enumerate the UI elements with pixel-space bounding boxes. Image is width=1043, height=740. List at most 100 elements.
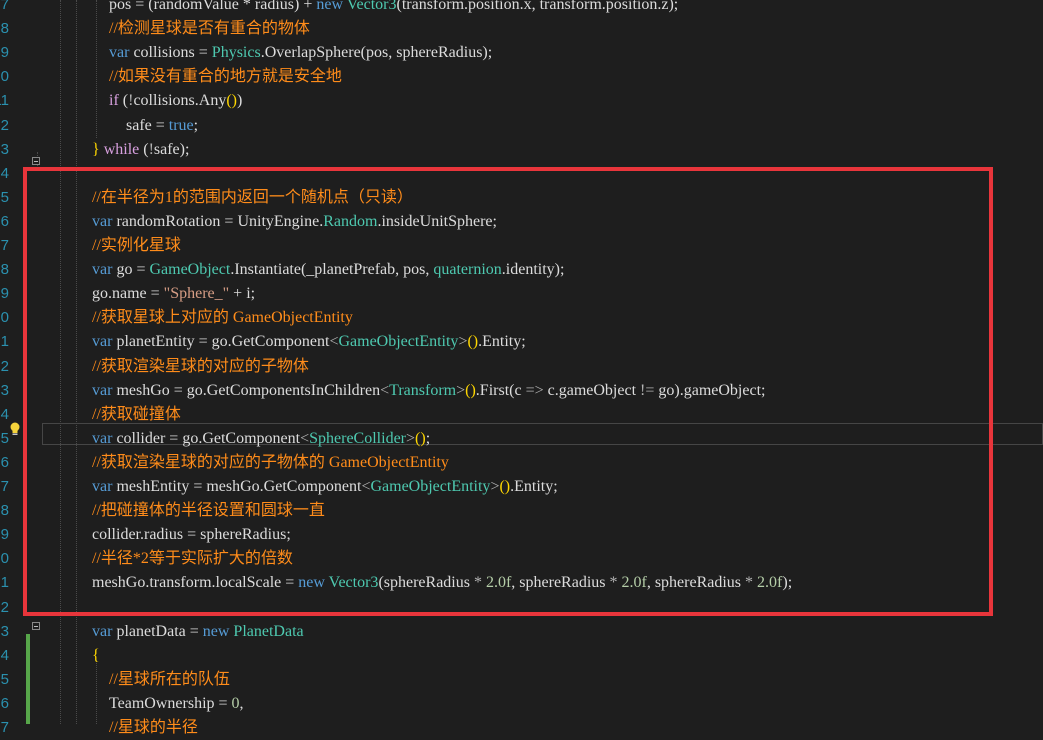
line-number: 32	[0, 598, 9, 616]
code-line[interactable]: 32	[0, 596, 1043, 620]
code-token: go).gameObject;	[654, 381, 766, 399]
code-line[interactable]: 12 safe = true;	[0, 114, 1043, 138]
line-number: 30	[0, 550, 9, 568]
code-line[interactable]: 30 //半径*2等于实际扩大的倍数	[0, 547, 1043, 571]
code-token: , sphereRadius	[646, 574, 746, 592]
code-text: //星球的半径	[109, 716, 198, 740]
code-line[interactable]: 20 //获取星球上对应的 GameObjectEntity	[0, 306, 1043, 330]
code-token: //获取碰撞体	[92, 405, 181, 423]
code-line[interactable]: 33 var planetData = new PlanetData	[0, 620, 1043, 644]
code-token: ()	[226, 92, 237, 110]
code-text: //检测星球是否有重合的物体	[109, 17, 310, 41]
code-line[interactable]: 17 //实例化星球	[0, 234, 1043, 258]
code-text: safe = true;	[126, 114, 198, 138]
code-token: .First(c	[475, 381, 526, 399]
code-editor[interactable]: 7 pos = (randomValue * radius) + new Vect…	[0, 0, 1043, 736]
code-token: collisions =	[129, 44, 212, 62]
code-token: pos = (randomValue * radius) +	[109, 0, 317, 13]
code-token: ;	[193, 116, 199, 134]
code-text: var planetEntity = go.GetComponent<GameO…	[92, 330, 526, 354]
code-text: {	[92, 644, 100, 668]
code-token: (	[139, 140, 149, 158]
collapse-toggle-icon[interactable]	[32, 157, 40, 165]
code-token: ()	[415, 429, 426, 447]
code-line[interactable]: 10 //如果没有重合的地方就是安全地	[0, 65, 1043, 89]
code-token: )	[236, 92, 243, 110]
code-line[interactable]: 9 var collisions = Physics.OverlapSphere(…	[0, 41, 1043, 65]
line-number: 22	[0, 357, 9, 375]
code-line[interactable]: 37 //星球的半径	[0, 716, 1043, 740]
line-number: 23	[0, 381, 9, 399]
code-token: meshEntity = meshGo.GetComponent	[112, 478, 362, 495]
code-text: //如果没有重合的地方就是安全地	[109, 65, 342, 89]
code-token: var	[92, 381, 113, 399]
line-number: 16	[0, 212, 9, 230]
code-token: var	[92, 478, 113, 495]
code-line[interactable]: 8 //检测星球是否有重合的物体	[0, 17, 1043, 41]
code-text: if (!collisions.Any())	[109, 89, 242, 113]
code-token: }	[92, 140, 100, 158]
code-line[interactable]: 31 meshGo.transform.localScale = new Vect…	[0, 571, 1043, 595]
code-line[interactable]: 35 //星球所在的队伍	[0, 668, 1043, 692]
line-number: 18	[0, 261, 9, 279]
code-token: var	[92, 261, 113, 279]
code-line[interactable]: 14	[0, 162, 1043, 186]
code-line[interactable]: 34 {	[0, 644, 1043, 668]
collapse-toggle-icon[interactable]	[32, 622, 40, 630]
code-text: collider.radius = sphereRadius;	[92, 523, 291, 547]
line-number: 17	[0, 237, 9, 254]
code-line[interactable]: 11 if (!collisions.Any())	[0, 89, 1043, 113]
code-line[interactable]: 15 //在半径为1的范围内返回一个随机点（只读）	[0, 186, 1043, 210]
code-token: //半径*2等于实际扩大的倍数	[92, 550, 293, 568]
code-token: (transform.position.x, transform.positio…	[396, 0, 679, 13]
line-number: 34	[0, 646, 9, 664]
code-text: TeamOwnership = 0,	[109, 692, 244, 716]
code-line[interactable]: 19 go.name = "Sphere_" + i;	[0, 282, 1043, 306]
line-number: 36	[0, 694, 9, 712]
code-token: c.gameObject	[543, 381, 641, 399]
line-number: 13	[0, 140, 9, 158]
code-token: //把碰撞体的半径设置和圆球一直	[92, 502, 325, 520]
code-token: quaternion	[433, 261, 502, 279]
code-token: //获取渲染星球的对应的子物体的 GameObjectEntity	[92, 453, 449, 471]
line-number: 24	[0, 405, 9, 423]
code-token: , sphereRadius	[511, 574, 610, 592]
code-line[interactable]: 25 var collider = go.GetComponent<SphereC…	[0, 427, 1043, 451]
code-line[interactable]: 27 var meshEntity = meshGo.GetComponent<G…	[0, 475, 1043, 499]
code-token: >	[406, 429, 416, 447]
code-token: go.name =	[92, 285, 164, 303]
code-token: var	[92, 333, 113, 351]
code-line[interactable]: 13 } while (!safe);	[0, 138, 1043, 162]
code-token: meshGo = go.GetComponentsInChildren	[112, 381, 381, 399]
code-token: Physics	[211, 44, 261, 62]
code-token: collider.radius = sphereRadius;	[92, 526, 291, 544]
code-token: *	[609, 574, 618, 592]
line-number: 9	[0, 44, 9, 62]
code-token: Random	[323, 212, 378, 230]
code-line[interactable]: 28 //把碰撞体的半径设置和圆球一直	[0, 499, 1043, 523]
code-token: collisions.Any	[133, 92, 227, 110]
line-number: 28	[0, 502, 9, 520]
code-line[interactable]: 24 //获取碰撞体	[0, 403, 1043, 427]
line-number: 21	[0, 333, 9, 351]
code-line[interactable]: 22 //获取渲染星球的对应的子物体	[0, 355, 1043, 379]
code-line[interactable]: 21 var planetEntity = go.GetComponent<Gam…	[0, 330, 1043, 354]
code-line[interactable]: 36 TeamOwnership = 0,	[0, 692, 1043, 716]
code-text: //半径*2等于实际扩大的倍数	[92, 547, 293, 571]
code-line[interactable]: 23 var meshGo = go.GetComponentsInChildre…	[0, 379, 1043, 403]
line-number: 8	[0, 20, 9, 38]
line-number: 14	[0, 164, 9, 182]
code-token: PlanetData	[233, 622, 304, 640]
code-line[interactable]: 26 //获取渲染星球的对应的子物体的 GameObjectEntity	[0, 451, 1043, 475]
code-token: //实例化星球	[92, 237, 181, 254]
code-line[interactable]: 7 pos = (randomValue * radius) + new Vect…	[0, 0, 1043, 17]
code-token: GameObject	[149, 261, 231, 279]
code-token: >	[456, 381, 466, 399]
code-text: var collisions = Physics.OverlapSphere(p…	[109, 41, 492, 65]
code-line[interactable]: 29 collider.radius = sphereRadius;	[0, 523, 1043, 547]
code-token: .identity);	[501, 261, 565, 279]
code-line[interactable]: 16 var randomRotation = UnityEngine.Rando…	[0, 210, 1043, 234]
code-token: );	[782, 574, 793, 592]
code-text: } while (!safe);	[92, 138, 189, 162]
code-line[interactable]: 18 var go = GameObject.Instantiate(_plane…	[0, 258, 1043, 282]
